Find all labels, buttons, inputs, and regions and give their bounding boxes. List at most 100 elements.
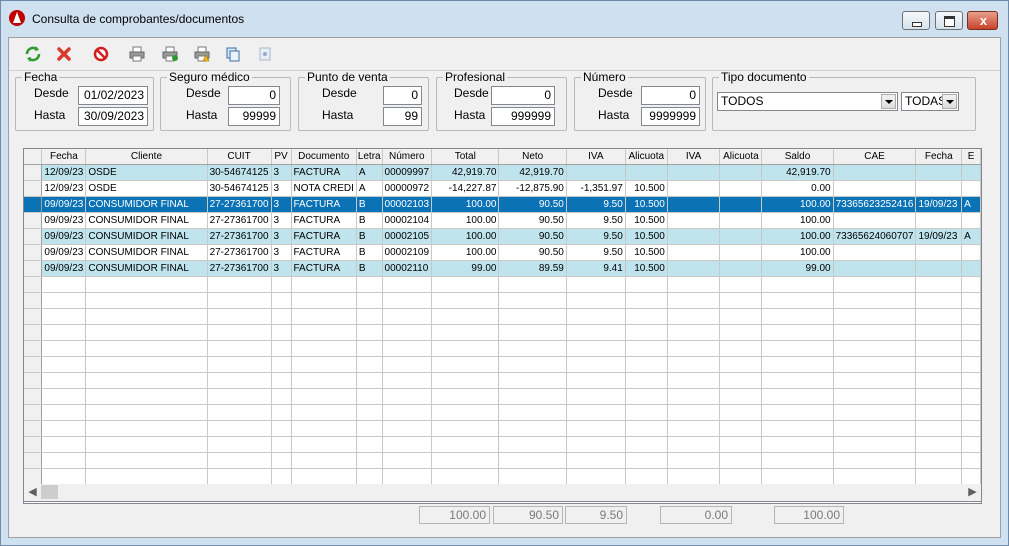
- numero-hasta-input[interactable]: 9999999: [641, 107, 700, 126]
- table-cell[interactable]: [625, 340, 668, 357]
- table-cell[interactable]: 30-54674125: [207, 180, 272, 197]
- table-cell[interactable]: [271, 276, 292, 293]
- scroll-right-icon[interactable]: ▶: [964, 485, 981, 500]
- table-cell[interactable]: [41, 436, 87, 453]
- table-cell[interactable]: [85, 404, 208, 421]
- table-cell[interactable]: 3: [271, 244, 292, 261]
- table-cell[interactable]: 09/09/23: [41, 260, 87, 277]
- table-cell[interactable]: [41, 308, 87, 325]
- table-cell[interactable]: [915, 340, 963, 357]
- table-cell[interactable]: 00009997: [382, 164, 433, 181]
- table-cell[interactable]: [271, 292, 292, 309]
- table-cell[interactable]: FACTURA: [291, 212, 357, 229]
- table-cell[interactable]: [719, 388, 763, 405]
- table-cell[interactable]: [356, 324, 383, 341]
- document-icon[interactable]: [255, 44, 275, 64]
- table-cell[interactable]: [915, 356, 963, 373]
- table-row[interactable]: 12/09/23 OSDE 30-54674125 3 FACTURA A 00009997…: [24, 164, 981, 181]
- table-cell[interactable]: [961, 276, 981, 293]
- table-cell[interactable]: [41, 372, 87, 389]
- table-cell[interactable]: [431, 292, 500, 309]
- table-cell[interactable]: [915, 388, 963, 405]
- table-cell[interactable]: [271, 340, 292, 357]
- horizontal-scrollbar[interactable]: ◀ ▶: [23, 484, 982, 502]
- table-cell[interactable]: [833, 404, 917, 421]
- table-cell[interactable]: [498, 276, 567, 293]
- table-cell[interactable]: [833, 468, 917, 485]
- table-cell[interactable]: [915, 372, 963, 389]
- table-cell[interactable]: 19/09/23: [915, 228, 963, 245]
- table-cell[interactable]: [833, 292, 917, 309]
- table-cell[interactable]: [85, 276, 208, 293]
- table-cell[interactable]: [961, 180, 981, 197]
- table-cell[interactable]: [761, 340, 834, 357]
- table-cell[interactable]: 09/09/23: [41, 196, 87, 213]
- letra-select[interactable]: TODAS: [901, 92, 959, 111]
- table-cell[interactable]: [833, 436, 917, 453]
- table-cell[interactable]: [382, 308, 433, 325]
- table-cell[interactable]: 3: [271, 228, 292, 245]
- table-cell[interactable]: [41, 388, 87, 405]
- table-cell[interactable]: [833, 452, 917, 469]
- table-cell[interactable]: 10.500: [625, 244, 668, 261]
- cancel-icon[interactable]: [91, 44, 111, 64]
- table-cell[interactable]: [961, 164, 981, 181]
- table-cell[interactable]: [761, 436, 834, 453]
- empty-row[interactable]: [24, 356, 981, 373]
- table-cell[interactable]: [431, 324, 500, 341]
- table-cell[interactable]: 27-27361700: [207, 196, 272, 213]
- table-cell[interactable]: [961, 420, 981, 437]
- row-indicator[interactable]: [24, 292, 43, 309]
- table-cell[interactable]: [382, 468, 433, 485]
- table-cell[interactable]: [833, 340, 917, 357]
- close-button[interactable]: x: [967, 11, 998, 30]
- table-cell[interactable]: [291, 324, 357, 341]
- table-cell[interactable]: 42,919.70: [431, 164, 500, 181]
- table-cell[interactable]: [271, 468, 292, 485]
- row-indicator[interactable]: [24, 436, 43, 453]
- table-cell[interactable]: [498, 436, 567, 453]
- table-cell[interactable]: [85, 308, 208, 325]
- table-cell[interactable]: [356, 436, 383, 453]
- table-cell[interactable]: [291, 420, 357, 437]
- column-header[interactable]: Alicuota: [625, 149, 668, 165]
- table-cell[interactable]: [833, 308, 917, 325]
- table-cell[interactable]: -1,351.97: [566, 180, 626, 197]
- table-cell[interactable]: [207, 436, 272, 453]
- table-cell[interactable]: [625, 404, 668, 421]
- table-cell[interactable]: [85, 324, 208, 341]
- table-cell[interactable]: [382, 372, 433, 389]
- table-cell[interactable]: 99.00: [761, 260, 834, 277]
- empty-row[interactable]: [24, 324, 981, 341]
- table-cell[interactable]: [85, 356, 208, 373]
- table-cell[interactable]: [667, 356, 721, 373]
- table-cell[interactable]: B: [356, 228, 383, 245]
- empty-row[interactable]: [24, 308, 981, 325]
- table-cell[interactable]: [719, 436, 763, 453]
- table-cell[interactable]: [667, 196, 721, 213]
- table-cell[interactable]: [291, 340, 357, 357]
- table-cell[interactable]: [761, 324, 834, 341]
- column-header[interactable]: IVA: [667, 149, 721, 165]
- delete-icon[interactable]: [54, 44, 74, 64]
- table-cell[interactable]: [833, 164, 917, 181]
- table-cell[interactable]: [761, 420, 834, 437]
- table-cell[interactable]: 73365624060707: [833, 228, 917, 245]
- table-cell[interactable]: [961, 324, 981, 341]
- table-cell[interactable]: [356, 356, 383, 373]
- seguro-hasta-input[interactable]: 99999: [228, 107, 280, 126]
- table-cell[interactable]: [915, 212, 963, 229]
- table-cell[interactable]: [207, 276, 272, 293]
- empty-row[interactable]: [24, 340, 981, 357]
- row-indicator[interactable]: [24, 452, 43, 469]
- table-cell[interactable]: [431, 356, 500, 373]
- row-indicator[interactable]: [24, 388, 43, 405]
- table-cell[interactable]: [207, 404, 272, 421]
- table-cell[interactable]: [382, 436, 433, 453]
- table-cell[interactable]: NOTA CREDI: [291, 180, 357, 197]
- table-cell[interactable]: B: [356, 260, 383, 277]
- table-cell[interactable]: [85, 372, 208, 389]
- table-cell[interactable]: [625, 372, 668, 389]
- table-cell[interactable]: [498, 388, 567, 405]
- table-cell[interactable]: [356, 468, 383, 485]
